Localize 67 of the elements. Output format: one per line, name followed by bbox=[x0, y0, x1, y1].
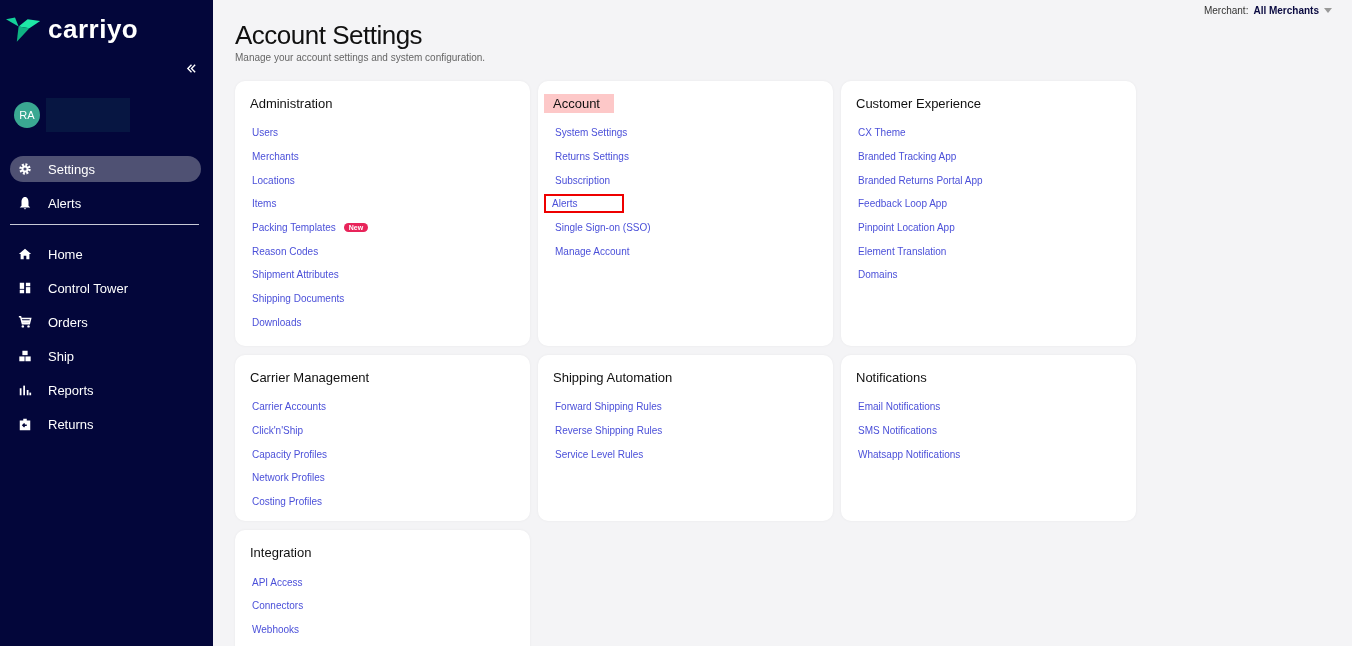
settings-link[interactable]: Manage Account bbox=[553, 241, 632, 261]
settings-link[interactable]: Element Translation bbox=[856, 241, 949, 261]
settings-link[interactable]: Reason Codes bbox=[250, 241, 321, 261]
settings-link[interactable]: Locations bbox=[250, 170, 297, 190]
settings-link[interactable]: CX Theme bbox=[856, 123, 908, 143]
settings-link[interactable]: Branded Returns Portal App bbox=[856, 170, 985, 190]
bar-chart-icon bbox=[18, 383, 32, 397]
settings-link[interactable]: Items bbox=[250, 194, 279, 214]
settings-link[interactable]: Costing Profiles bbox=[250, 492, 325, 512]
sidebar-item[interactable]: Returns bbox=[10, 411, 201, 437]
settings-link[interactable]: Capacity Profiles bbox=[250, 444, 330, 464]
settings-link[interactable]: Connectors bbox=[250, 596, 306, 616]
bird-logo-icon bbox=[6, 16, 42, 43]
settings-link[interactable]: Branded Tracking App bbox=[856, 147, 959, 167]
settings-link[interactable]: Downloads bbox=[250, 312, 304, 332]
settings-link[interactable]: Reverse Shipping Rules bbox=[553, 421, 665, 441]
card-title: Shipping Automation bbox=[553, 369, 673, 387]
house-icon bbox=[18, 247, 32, 261]
double-chevron-left-icon[interactable] bbox=[186, 63, 197, 74]
bell-icon bbox=[18, 196, 32, 210]
settings-link[interactable]: Single Sign-on (SSO) bbox=[553, 218, 653, 238]
settings-link[interactable]: Webhooks bbox=[250, 620, 302, 640]
settings-link[interactable]: Email Notifications bbox=[856, 397, 943, 417]
merchant-label: Merchant: bbox=[1203, 5, 1249, 16]
sidebar-item[interactable]: Orders bbox=[10, 309, 201, 335]
card-title: Account bbox=[544, 94, 614, 113]
settings-link[interactable]: Domains bbox=[856, 265, 900, 285]
settings-link[interactable]: Pinpoint Location App bbox=[856, 218, 957, 238]
settings-link[interactable]: Service Level Rules bbox=[553, 444, 646, 464]
settings-link[interactable]: Alerts bbox=[544, 194, 624, 214]
caret-icon[interactable] bbox=[1324, 8, 1332, 13]
settings-link[interactable]: Packing Templates bbox=[250, 218, 338, 238]
logo-text: carriyo bbox=[48, 14, 139, 45]
settings-link[interactable]: Returns Settings bbox=[553, 147, 631, 167]
card-title: Customer Experience bbox=[856, 95, 981, 113]
merchant-dropdown[interactable]: All Merchants bbox=[1253, 5, 1319, 16]
settings-link[interactable]: Shipment Attributes bbox=[250, 265, 341, 285]
sidebar-item[interactable]: Control Tower bbox=[10, 275, 201, 301]
card-title: Administration bbox=[250, 95, 333, 113]
settings-link[interactable]: Feedback Loop App bbox=[856, 194, 949, 214]
sidebar-item[interactable]: Ship bbox=[10, 343, 201, 369]
sidebar-item[interactable]: Settings bbox=[10, 156, 201, 182]
settings-link[interactable]: Network Profiles bbox=[250, 468, 327, 488]
settings-link[interactable]: Users bbox=[250, 123, 281, 143]
card-title: Integration bbox=[250, 544, 312, 563]
settings-link[interactable]: SMS Notifications bbox=[856, 421, 939, 441]
dashboard-icon bbox=[18, 281, 32, 295]
return-box-icon bbox=[18, 417, 32, 431]
settings-link[interactable]: System Settings bbox=[553, 123, 630, 143]
page-subtitle: Manage your account settings and system configuration. bbox=[235, 52, 487, 63]
settings-link[interactable]: Forward Shipping Rules bbox=[553, 397, 664, 417]
sidebar-item[interactable]: Home bbox=[10, 241, 201, 267]
settings-link[interactable]: API Access bbox=[250, 572, 305, 592]
settings-link[interactable]: Merchants bbox=[250, 147, 301, 167]
page-title: Account Settings bbox=[235, 20, 424, 51]
cart-icon bbox=[18, 315, 32, 329]
card-title: Carrier Management bbox=[250, 369, 370, 387]
card-title: Notifications bbox=[856, 369, 927, 387]
settings-link[interactable]: Carrier Accounts bbox=[250, 397, 328, 417]
settings-link[interactable]: Click'n'Ship bbox=[250, 421, 306, 441]
settings-link[interactable]: Subscription bbox=[553, 170, 613, 190]
boxes-icon bbox=[18, 349, 32, 363]
gear-icon bbox=[18, 162, 32, 176]
sidebar-item[interactable]: Reports bbox=[10, 377, 201, 403]
settings-link[interactable]: Whatsapp Notifications bbox=[856, 444, 963, 464]
sidebar-item[interactable]: Alerts bbox=[10, 190, 201, 216]
settings-link[interactable]: Shipping Documents bbox=[250, 289, 347, 309]
